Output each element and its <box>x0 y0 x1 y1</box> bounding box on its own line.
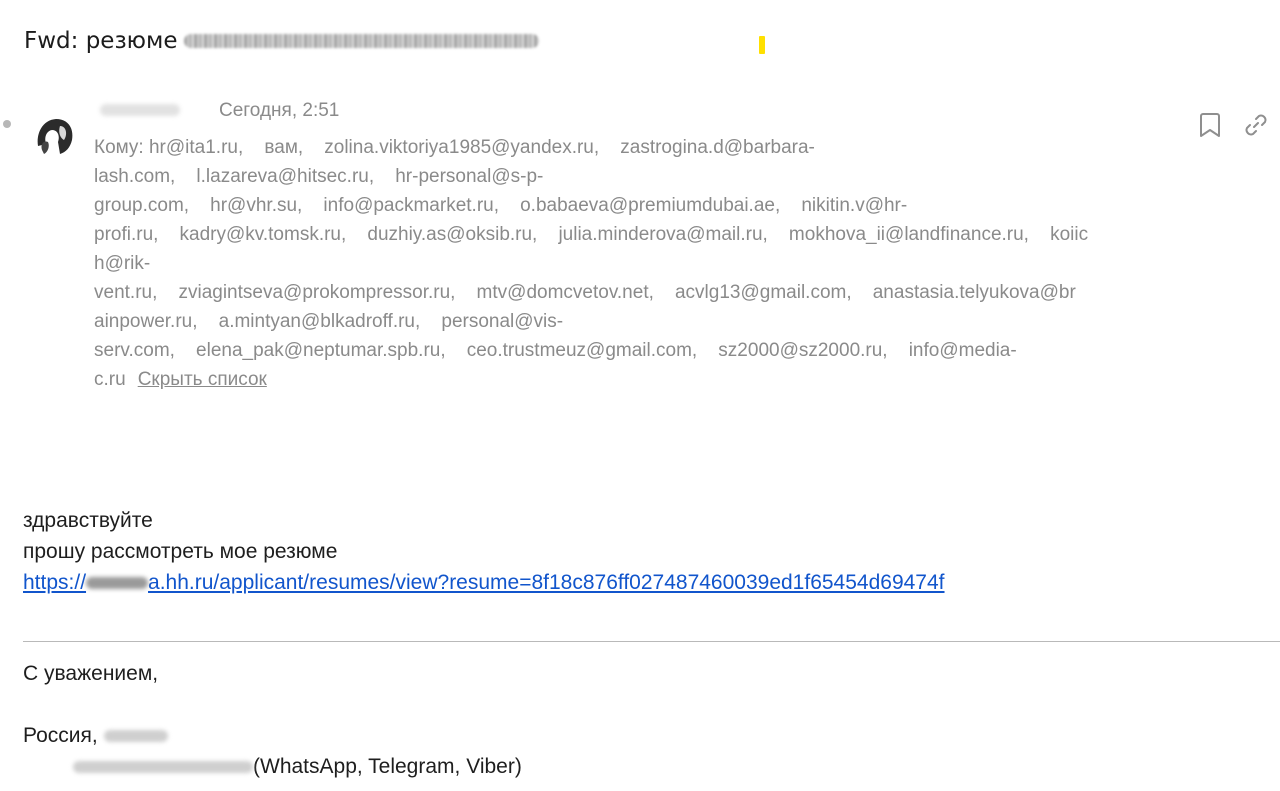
city-redacted <box>103 730 168 743</box>
recipients-line: profi.ru, kadry@kv.tomsk.ru, duzhiy.as@o… <box>94 224 1089 245</box>
to-label: Кому: <box>94 137 144 158</box>
greeting-text: здравствуйте <box>23 509 153 532</box>
signature-spacer <box>23 689 522 720</box>
recipients-list: Кому: hr@ita1.ru, вам, zolina.viktoriya1… <box>94 133 1184 394</box>
email-subject: Fwd: резюме <box>24 28 539 54</box>
recipients-line: lash.com, l.lazareva@hitsec.ru, hr-perso… <box>94 166 544 187</box>
subject-text: Fwd: резюме <box>24 28 178 54</box>
email-body: здравствуйте прошу рассмотреть мое резюм… <box>23 505 945 598</box>
unread-indicator <box>3 120 11 128</box>
recipients-line: Кому: hr@ita1.ru, вам, zolina.viktoriya1… <box>94 137 815 158</box>
bookmark-icon <box>1200 113 1220 137</box>
phone-redacted <box>73 761 253 774</box>
regards-text: С уважением, <box>23 662 159 685</box>
recipients-line: c.ru Скрыть список <box>94 369 267 390</box>
phone-line: (WhatsApp, Telegram, Viber) <box>23 751 522 782</box>
location-line: Россия, <box>23 720 522 751</box>
email-signature: С уважением, Россия, (WhatsApp, Telegram… <box>23 658 522 782</box>
resume-link-line: https://a.hh.ru/applicant/resumes/view?r… <box>23 567 945 598</box>
recipients-line: ainpower.ru, a.mintyan@blkadroff.ru, per… <box>94 311 564 332</box>
recipients-line: group.com, hr@vhr.su, info@packmarket.ru… <box>94 195 908 216</box>
subject-redacted <box>183 34 539 48</box>
recipients-line: h@rik- <box>94 253 151 274</box>
link-redacted <box>86 577 149 590</box>
sender-name-redacted <box>100 104 180 116</box>
copy-link-button[interactable] <box>1242 110 1270 140</box>
avatar[interactable] <box>30 110 80 160</box>
hide-list-link[interactable]: Скрыть список <box>138 369 267 390</box>
request-text: прошу рассмотреть мое резюме <box>23 540 338 563</box>
link-icon <box>1245 114 1267 136</box>
bookmark-button[interactable] <box>1196 110 1224 140</box>
highlight-marker <box>759 36 765 54</box>
email-actions <box>1196 110 1270 140</box>
recipients-line: serv.com, elena_pak@neptumar.spb.ru, ceo… <box>94 340 1017 361</box>
recipients-line: vent.ru, zviagintseva@prokompressor.ru, … <box>94 282 1076 303</box>
signature-divider <box>23 641 1280 642</box>
email-date: Сегодня, 2:51 <box>219 100 340 121</box>
resume-link[interactable]: https://a.hh.ru/applicant/resumes/view?r… <box>23 571 945 594</box>
